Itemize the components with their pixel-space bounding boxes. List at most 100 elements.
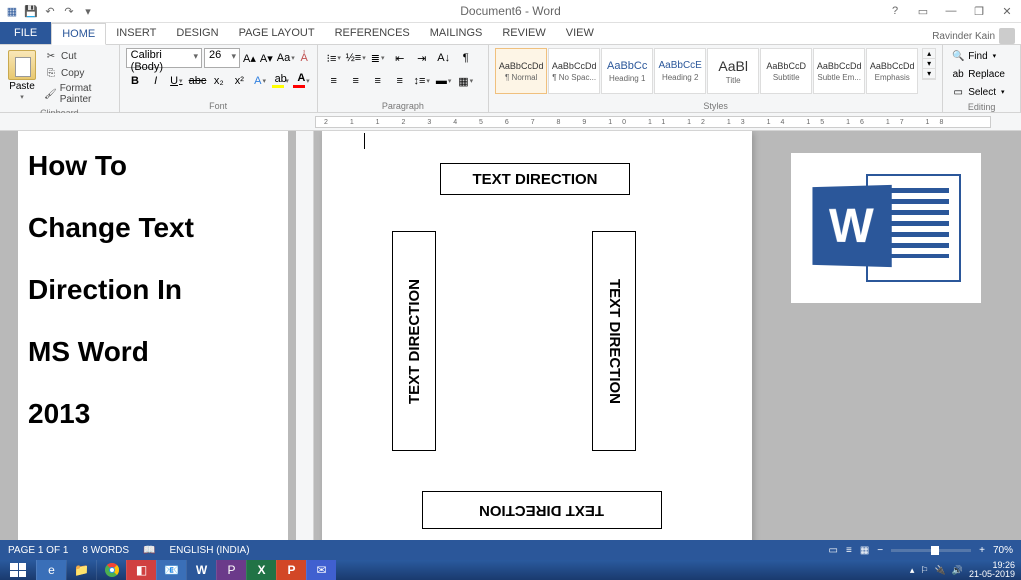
text-box-rotate-180[interactable]: TEXT DIRECTION [422, 491, 662, 529]
font-name-select[interactable]: Calibri (Body) [126, 48, 202, 68]
numbering-button[interactable]: ½≡ [346, 48, 366, 68]
tab-insert[interactable]: INSERT [106, 22, 166, 44]
format-painter-button[interactable]: 🖌Format Painter [42, 82, 113, 106]
multilevel-button[interactable]: ≣ [368, 48, 388, 68]
font-size-select[interactable]: 26 [204, 48, 240, 68]
superscript-button[interactable]: x² [230, 71, 249, 91]
user-account[interactable]: Ravinder Kain [932, 28, 1015, 44]
show-marks-button[interactable]: ¶ [456, 48, 476, 68]
style-option[interactable]: AaBbCcDSubtitle [760, 48, 812, 94]
styles-scroll-down[interactable]: ▾ [923, 59, 935, 69]
bold-button[interactable]: B [126, 71, 145, 91]
bullets-button[interactable]: ⁝≡ [324, 48, 344, 68]
task-app-1-icon[interactable]: ◧ [126, 560, 156, 580]
style-option[interactable]: AaBlTitle [707, 48, 759, 94]
align-center-button[interactable]: ≡ [346, 71, 366, 91]
style-option[interactable]: AaBbCcDdSubtle Em... [813, 48, 865, 94]
tab-view[interactable]: VIEW [556, 22, 604, 44]
minimize-icon[interactable]: — [941, 3, 961, 19]
borders-button[interactable]: ▦ [456, 71, 476, 91]
styles-scroll-up[interactable]: ▴ [923, 49, 935, 59]
style-option[interactable]: AaBbCcDd¶ Normal [495, 48, 547, 94]
status-proofing-icon[interactable]: 📖 [143, 545, 155, 556]
grow-font-button[interactable]: A▴ [242, 48, 257, 68]
tray-action-center-icon[interactable]: ⚐ [920, 565, 928, 576]
increase-indent-button[interactable]: ⇥ [412, 48, 432, 68]
tray-volume-icon[interactable]: 🔊 [952, 565, 963, 576]
start-button[interactable] [0, 560, 36, 580]
style-option[interactable]: AaBbCcDd¶ No Spac... [548, 48, 600, 94]
task-excel-icon[interactable]: X [246, 560, 276, 580]
restore-icon[interactable]: ❐ [969, 3, 989, 19]
style-option[interactable]: AaBbCcHeading 1 [601, 48, 653, 94]
styles-gallery[interactable]: AaBbCcDd¶ NormalAaBbCcDd¶ No Spac...AaBb… [495, 48, 918, 94]
text-effects-button[interactable]: A [251, 71, 270, 91]
align-left-button[interactable]: ≡ [324, 71, 344, 91]
task-chrome-icon[interactable] [96, 560, 126, 580]
find-button[interactable]: 🔍Find▾ [949, 48, 1014, 64]
italic-button[interactable]: I [146, 71, 165, 91]
tray-network-icon[interactable]: 🔌 [935, 565, 946, 576]
copy-button[interactable]: ⎘Copy [42, 65, 113, 81]
style-option[interactable]: AaBbCcDdEmphasis [866, 48, 918, 94]
strikethrough-button[interactable]: abc [188, 71, 208, 91]
status-words[interactable]: 8 WORDS [82, 545, 129, 556]
tab-home[interactable]: HOME [51, 23, 106, 45]
close-icon[interactable]: ✕ [997, 3, 1017, 19]
decrease-indent-button[interactable]: ⇤ [390, 48, 410, 68]
help-icon[interactable]: ? [885, 3, 905, 19]
text-box-rotate-270[interactable]: TEXT DIRECTION [392, 231, 436, 451]
style-option[interactable]: AaBbCcEHeading 2 [654, 48, 706, 94]
redo-icon[interactable]: ↷ [61, 3, 77, 19]
tab-mailings[interactable]: MAILINGS [420, 22, 493, 44]
font-color-button[interactable]: A [292, 71, 311, 91]
task-powerpoint-icon[interactable]: P [276, 560, 306, 580]
zoom-level[interactable]: 70% [993, 545, 1013, 556]
horizontal-ruler[interactable]: 2 1 1 2 3 4 5 6 7 8 9 10 11 12 13 14 15 … [0, 113, 1021, 131]
qat-customize-icon[interactable]: ▾ [80, 3, 96, 19]
tray-clock[interactable]: 19:26 21-05-2019 [969, 561, 1015, 579]
ribbon-options-icon[interactable]: ▭ [913, 3, 933, 19]
select-button[interactable]: ▭Select▾ [949, 84, 1014, 100]
tab-references[interactable]: REFERENCES [325, 22, 420, 44]
sort-button[interactable]: A↓ [434, 48, 454, 68]
subscript-button[interactable]: x₂ [209, 71, 228, 91]
view-print-layout-icon[interactable]: ≡ [846, 545, 852, 556]
cut-button[interactable]: ✂Cut [42, 48, 113, 64]
clear-formatting-button[interactable]: A̾ [298, 48, 311, 68]
justify-button[interactable]: ≡ [390, 71, 410, 91]
text-box-horizontal[interactable]: TEXT DIRECTION [440, 163, 630, 195]
task-app-2-icon[interactable]: 📧 [156, 560, 186, 580]
document-page[interactable]: TEXT DIRECTION TEXT DIRECTION TEXT DIREC… [322, 131, 752, 560]
paste-button[interactable]: Paste ▾ [6, 48, 38, 103]
undo-icon[interactable]: ↶ [42, 3, 58, 19]
tray-expand-icon[interactable]: ▴ [910, 565, 915, 576]
status-page[interactable]: PAGE 1 OF 1 [8, 545, 68, 556]
tab-review[interactable]: REVIEW [492, 22, 555, 44]
highlight-button[interactable]: ab [271, 71, 290, 91]
tab-file[interactable]: FILE [0, 22, 51, 44]
tab-page-layout[interactable]: PAGE LAYOUT [229, 22, 325, 44]
styles-expand[interactable]: ▾ [923, 69, 935, 79]
status-language[interactable]: ENGLISH (INDIA) [170, 545, 250, 556]
zoom-out-button[interactable]: − [877, 545, 883, 556]
shading-button[interactable]: ▬ [434, 71, 454, 91]
task-app-3-icon[interactable]: P [216, 560, 246, 580]
align-right-button[interactable]: ≡ [368, 71, 388, 91]
view-web-layout-icon[interactable]: ▦ [860, 545, 869, 556]
line-spacing-button[interactable]: ↕≡ [412, 71, 432, 91]
zoom-in-button[interactable]: + [979, 545, 985, 556]
task-app-4-icon[interactable]: ✉ [306, 560, 336, 580]
text-box-rotate-90[interactable]: TEXT DIRECTION [592, 231, 636, 451]
vertical-ruler[interactable] [296, 131, 314, 560]
tab-design[interactable]: DESIGN [166, 22, 228, 44]
shrink-font-button[interactable]: A▾ [259, 48, 274, 68]
change-case-button[interactable]: Aa [276, 48, 296, 68]
task-word-icon[interactable]: W [186, 560, 216, 580]
task-ie-icon[interactable]: e [36, 560, 66, 580]
task-explorer-icon[interactable]: 📁 [66, 560, 96, 580]
replace-button[interactable]: abReplace [949, 66, 1014, 82]
zoom-slider[interactable] [891, 549, 971, 552]
underline-button[interactable]: U [167, 71, 186, 91]
view-read-mode-icon[interactable]: ▭ [829, 545, 838, 556]
